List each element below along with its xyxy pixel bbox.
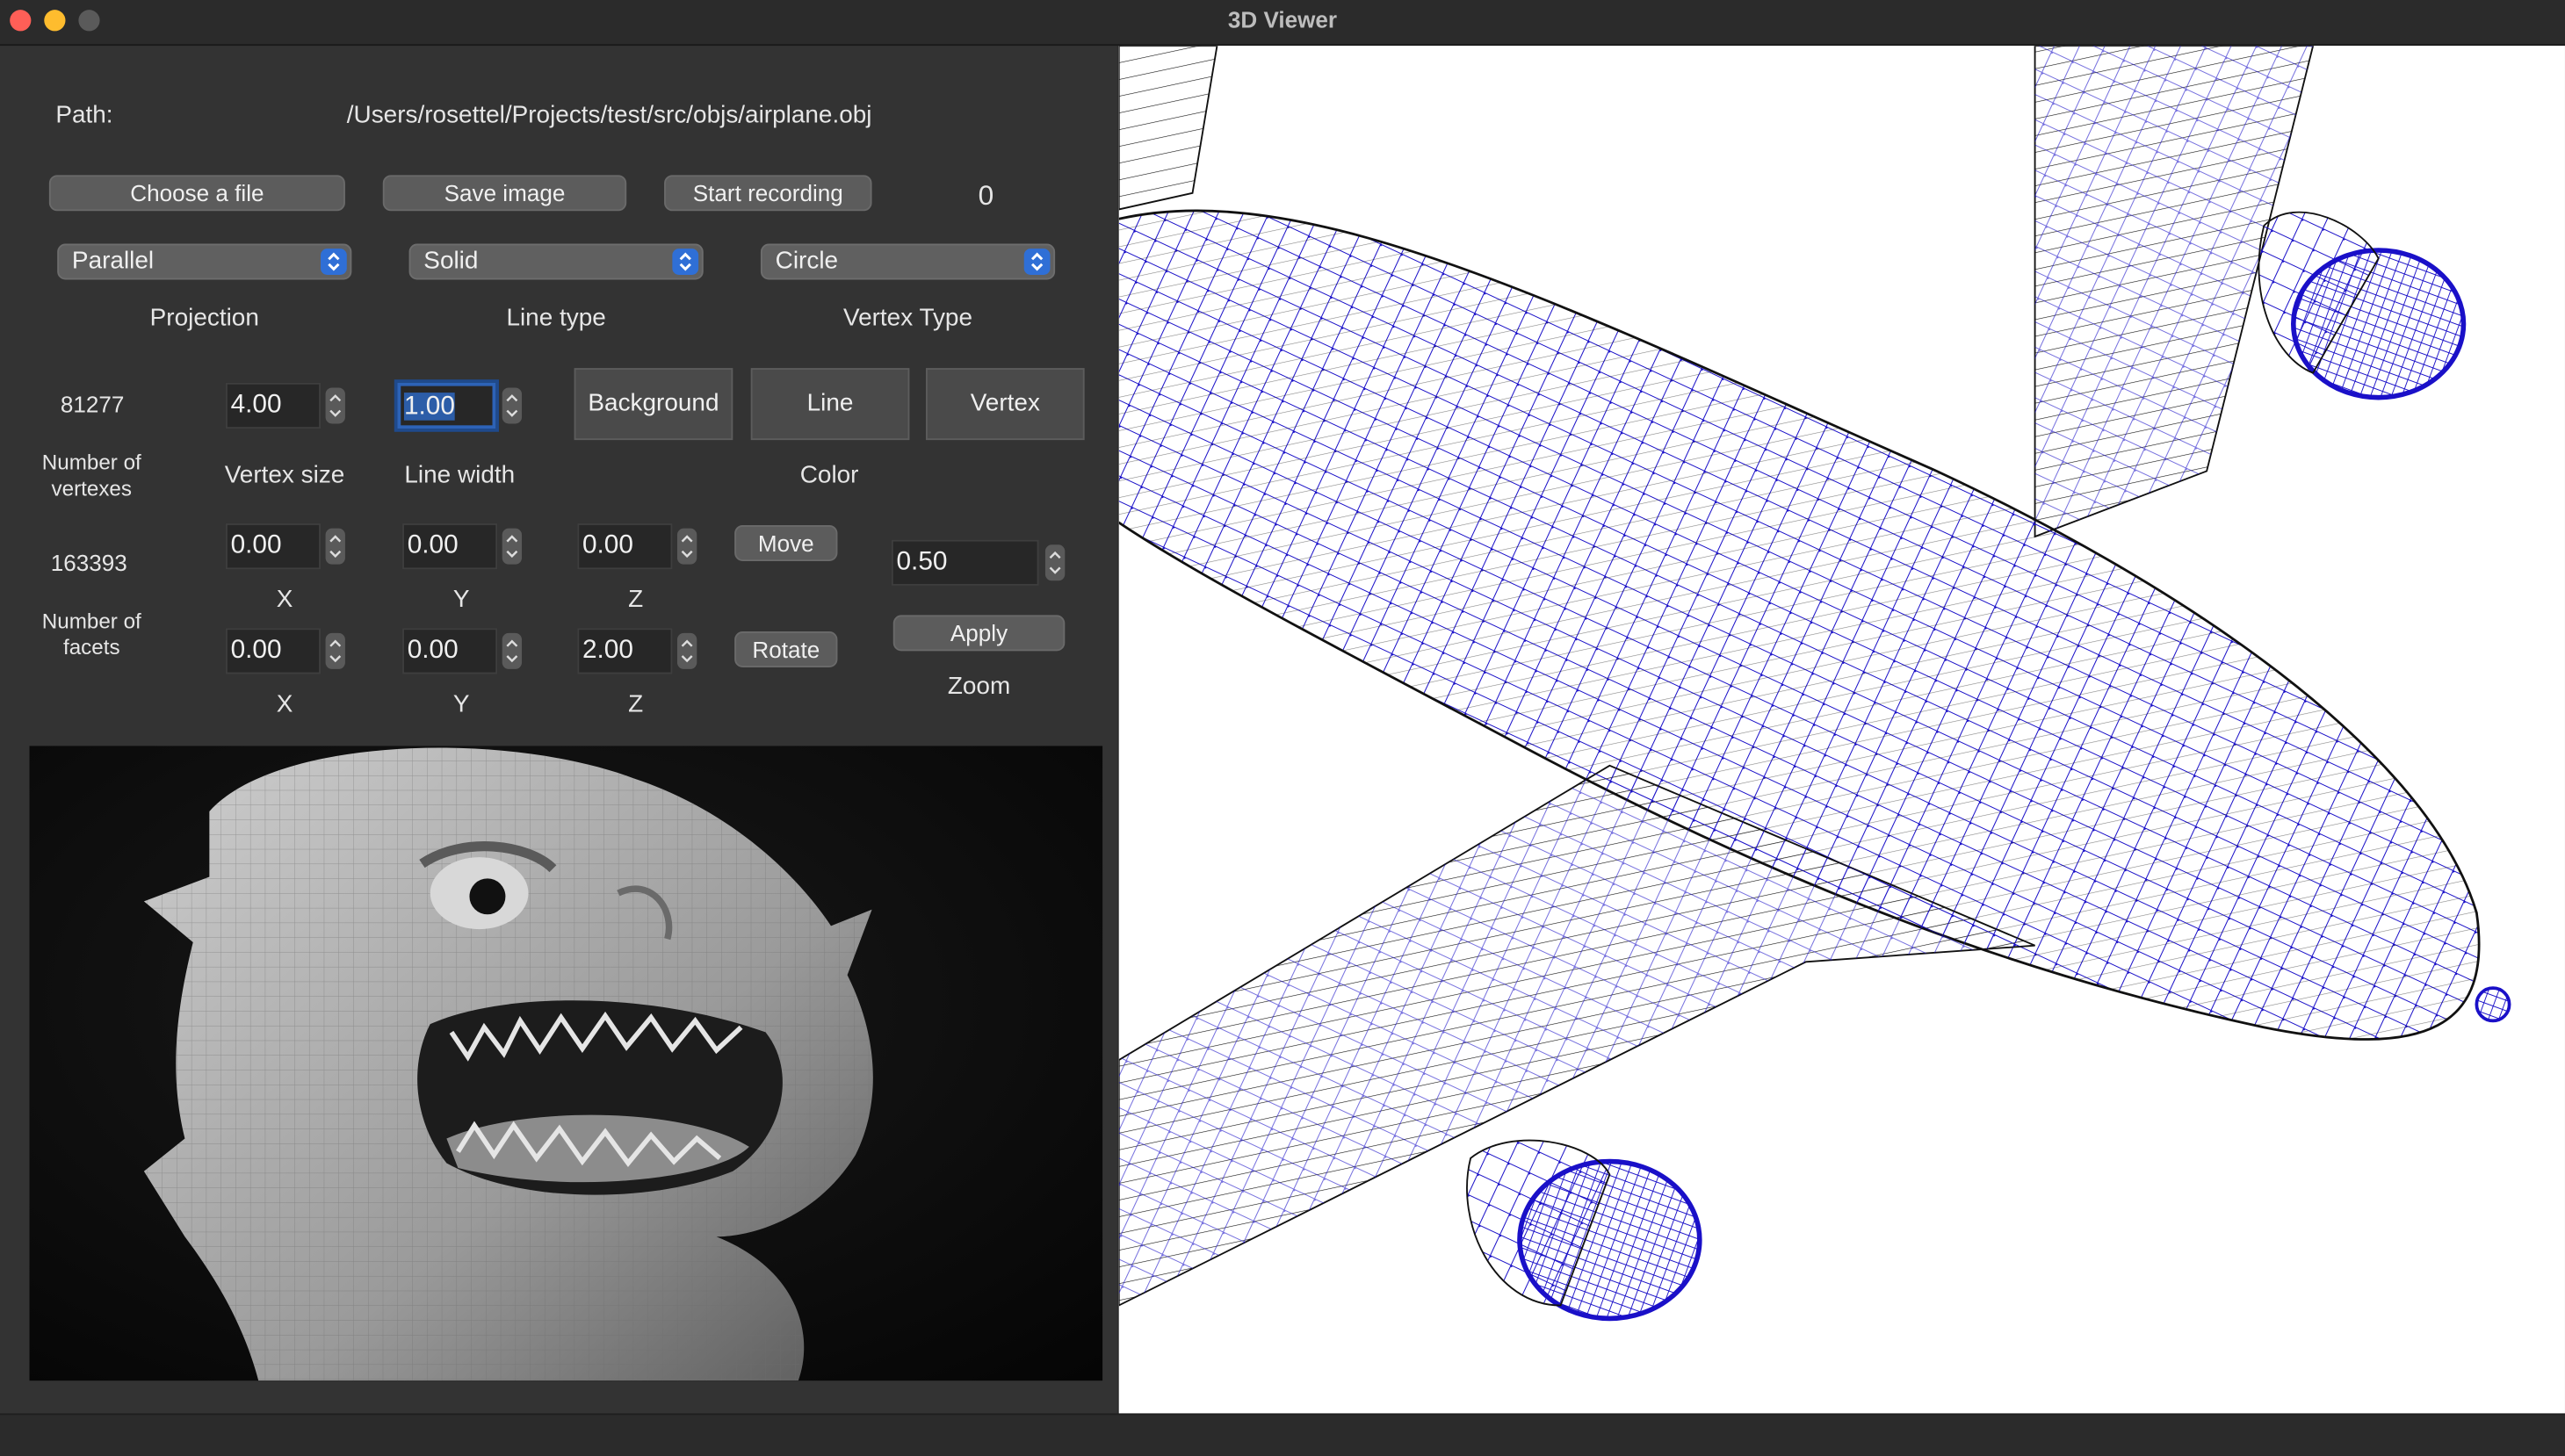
vertex-size-input[interactable]: 4.00	[225, 382, 321, 429]
preview-image	[29, 746, 1103, 1381]
vertex-size-label: Vertex size	[224, 461, 345, 489]
stepper-arrows-icon[interactable]	[325, 632, 345, 669]
vertex-type-label: Vertex Type	[842, 304, 973, 333]
stepper-arrows-icon[interactable]	[502, 632, 523, 669]
recording-counter: 0	[978, 179, 994, 212]
choose-file-button[interactable]: Choose a file	[48, 175, 345, 212]
rotate-y-input[interactable]: 0.00	[402, 628, 498, 674]
line-color-button[interactable]: Line	[750, 368, 910, 441]
rotate-z-input[interactable]: 2.00	[577, 628, 673, 674]
line-type-label: Line type	[506, 304, 606, 333]
rotate-button[interactable]: Rotate	[734, 631, 838, 668]
zoom-label: Zoom	[947, 672, 1011, 701]
stepper-arrows-icon[interactable]	[676, 528, 697, 565]
stepper-arrows-icon[interactable]	[1044, 544, 1066, 581]
creature-model-render	[29, 746, 1103, 1381]
chevron-updown-icon	[672, 249, 699, 275]
vertex-type-select[interactable]: Circle	[760, 243, 1056, 280]
chevron-updown-icon	[320, 249, 347, 275]
3d-viewport[interactable]	[1118, 46, 2565, 1414]
line-width-value: 1.00	[403, 393, 455, 421]
stepper-arrows-icon[interactable]	[325, 387, 345, 424]
move-button[interactable]: Move	[734, 524, 838, 561]
start-recording-button[interactable]: Start recording	[664, 175, 872, 212]
zoom-apply-button[interactable]: Apply	[892, 615, 1066, 652]
rotate-z-label: Z	[628, 690, 644, 718]
vertex-count-label: Number of vertexes	[41, 450, 141, 501]
move-x-input[interactable]: 0.00	[225, 523, 321, 570]
line-width-input[interactable]: 1.00	[397, 382, 496, 429]
rotate-x-label: X	[276, 690, 293, 718]
path-label: Path:	[55, 101, 113, 130]
vertex-color-button[interactable]: Vertex	[926, 368, 1085, 441]
background-color-button[interactable]: Background	[574, 368, 733, 441]
move-x-label: X	[276, 585, 293, 614]
status-bar	[0, 1413, 2565, 1456]
airplane-wireframe-render[interactable]	[1118, 46, 2565, 1414]
move-z-input[interactable]: 0.00	[577, 523, 673, 570]
stepper-arrows-icon[interactable]	[502, 387, 523, 424]
save-image-button[interactable]: Save image	[382, 175, 627, 212]
facet-count: 163393	[50, 549, 127, 576]
chevron-updown-icon	[1023, 249, 1051, 275]
move-z-label: Z	[628, 585, 644, 614]
control-panel: Path: /Users/rosettel/Projects/test/src/…	[0, 46, 1117, 1414]
facet-count-label: Number of facets	[41, 608, 141, 660]
line-type-select[interactable]: Solid	[408, 243, 704, 280]
vertex-type-select-value: Circle	[775, 247, 839, 275]
rotate-y-label: Y	[452, 690, 470, 718]
color-label: Color	[799, 461, 859, 489]
stepper-arrows-icon[interactable]	[502, 528, 523, 565]
path-value: /Users/rosettel/Projects/test/src/objs/a…	[346, 101, 872, 130]
line-type-select-value: Solid	[423, 247, 479, 275]
vertex-count: 81277	[60, 391, 125, 418]
move-y-input[interactable]: 0.00	[402, 523, 498, 570]
projection-select[interactable]: Parallel	[57, 243, 352, 280]
projection-select-value: Parallel	[71, 247, 155, 275]
window-title: 3D Viewer	[1227, 6, 1338, 33]
projection-label: Projection	[149, 304, 259, 333]
line-width-label: Line width	[404, 461, 516, 489]
rotate-x-input[interactable]: 0.00	[225, 628, 321, 674]
title-bar: 3D Viewer	[0, 0, 2565, 47]
zoom-input[interactable]: 0.50	[891, 539, 1039, 586]
stepper-arrows-icon[interactable]	[676, 632, 697, 669]
stepper-arrows-icon[interactable]	[325, 528, 345, 565]
move-y-label: Y	[452, 585, 470, 614]
